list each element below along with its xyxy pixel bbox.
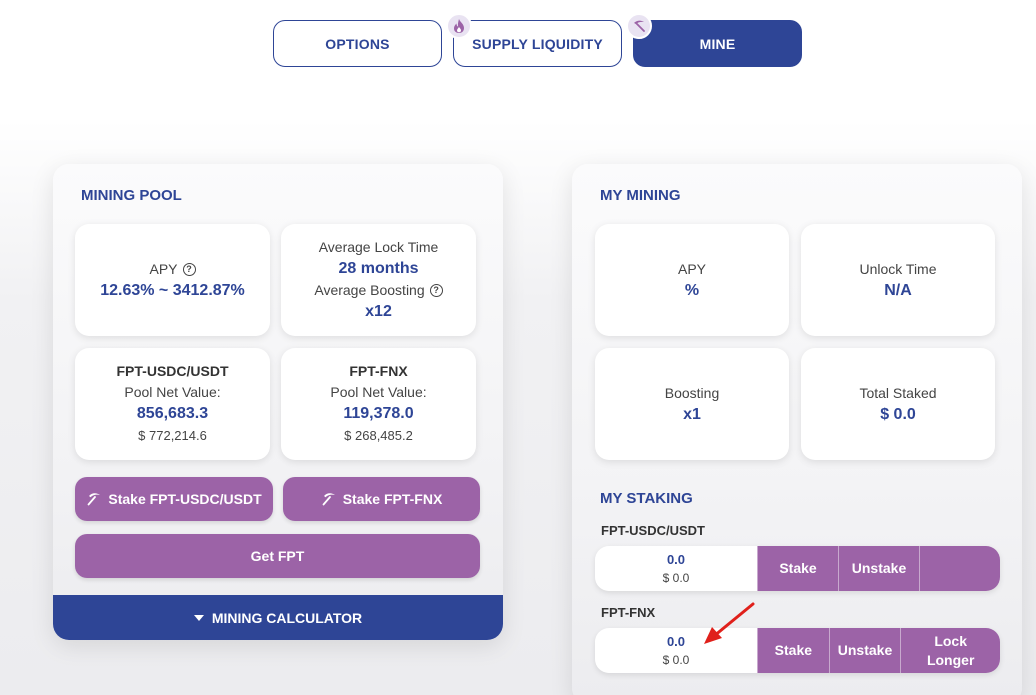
pool-card-usdc: FPT-USDC/USDT Pool Net Value: 856,683.3 …: [75, 348, 270, 460]
stake-fnx-label: Stake FPT-FNX: [342, 491, 443, 507]
pool-net-value: 119,378.0: [343, 405, 414, 422]
pool-name: FPT-USDC/USDT: [116, 363, 229, 379]
my-apy-label: APY: [677, 260, 706, 277]
pool-net-value-label: Pool Net Value:: [124, 384, 221, 400]
total-staked-value: $ 0.0: [880, 405, 916, 423]
mining-pool-title: MINING POOL: [81, 187, 182, 204]
unlock-time-value: N/A: [884, 281, 912, 299]
mining-calculator-label: MINING CALCULATOR: [211, 609, 363, 626]
staking-usd: $ 0.0: [662, 571, 690, 585]
pool-usd-value: $ 772,214.6: [138, 428, 207, 443]
total-staked-card: Total Staked $ 0.0: [801, 348, 995, 460]
stake-button[interactable]: Stake: [757, 628, 829, 673]
boosting-label: Boosting: [664, 384, 720, 401]
stake-usdc-label: Stake FPT-USDC/USDT: [108, 491, 262, 507]
caret-down-icon: [193, 614, 204, 621]
tab-options-label: OPTIONS: [325, 35, 390, 52]
staking-usd: $ 0.0: [662, 653, 690, 667]
tab-supply-liquidity-label: SUPPLY LIQUIDITY: [472, 35, 603, 52]
unstake-button[interactable]: Unstake: [828, 628, 901, 673]
staking-pool-name: FPT-USDC/USDT: [601, 523, 705, 538]
pool-usd-value: $ 268,485.2: [344, 428, 413, 443]
stake-usdc-button[interactable]: Stake FPT-USDC/USDT: [75, 477, 273, 521]
staking-amount: 0.0: [666, 552, 686, 567]
pool-net-value-label: Pool Net Value:: [330, 384, 427, 400]
staking-amount-box: 0.0 $ 0.0: [595, 546, 757, 591]
pool-apy-value: 12.63% ~ 3412.87%: [100, 281, 245, 299]
staking-row-usdc: 0.0 $ 0.0 Stake Unstake: [595, 546, 1000, 591]
tab-mine-label: MINE: [699, 35, 736, 52]
lock-longer-button[interactable]: [919, 546, 1000, 591]
unlock-time-label: Unlock Time: [859, 260, 937, 277]
avg-lock-label: Average Lock Time: [318, 239, 439, 255]
staking-row-fnx: 0.0 $ 0.0 Stake Unstake Lock Longer: [595, 628, 1000, 673]
avg-lock-value: 28 months: [338, 260, 419, 277]
pool-card-fnx: FPT-FNX Pool Net Value: 119,378.0 $ 268,…: [281, 348, 476, 460]
pool-name: FPT-FNX: [349, 363, 408, 379]
my-apy-value: %: [684, 281, 700, 299]
stake-button[interactable]: Stake: [757, 546, 838, 591]
lock-longer-button[interactable]: Lock Longer: [900, 628, 1000, 673]
total-staked-label: Total Staked: [859, 384, 937, 401]
help-icon[interactable]: ?: [182, 262, 196, 276]
flame-icon: [446, 13, 472, 39]
get-fpt-button[interactable]: Get FPT: [75, 534, 480, 578]
avg-boost-label: Average Boosting: [314, 282, 425, 298]
pickaxe-icon: [87, 493, 101, 506]
boosting-value: x1: [683, 405, 701, 423]
pickaxe-icon: [322, 493, 335, 506]
pool-apy-card: APY ? 12.63% ~ 3412.87%: [75, 224, 270, 336]
avg-boost-value: x12: [365, 303, 392, 320]
unstake-button[interactable]: Unstake: [838, 546, 919, 591]
staking-pool-name: FPT-FNX: [601, 605, 656, 620]
my-apy-card: APY %: [595, 224, 789, 336]
pickaxe-icon: [626, 13, 652, 39]
help-icon[interactable]: ?: [429, 284, 443, 297]
my-staking-title: MY STAKING: [600, 490, 693, 507]
tab-supply-liquidity[interactable]: SUPPLY LIQUIDITY: [453, 20, 622, 67]
pool-apy-label: APY: [149, 260, 178, 277]
staking-amount: 0.0: [666, 634, 686, 649]
stake-fnx-button[interactable]: Stake FPT-FNX: [283, 477, 480, 521]
tab-mine[interactable]: MINE: [633, 20, 802, 67]
my-mining-title: MY MINING: [600, 187, 681, 204]
tab-options[interactable]: OPTIONS: [273, 20, 442, 67]
annotation-arrow-icon: [704, 602, 755, 644]
pool-net-value: 856,683.3: [136, 405, 209, 422]
get-fpt-label: Get FPT: [250, 548, 305, 564]
pool-lock-card: Average Lock Time 28 months Average Boos…: [281, 224, 476, 336]
mining-calculator-toggle[interactable]: MINING CALCULATOR: [53, 595, 503, 640]
boosting-card: Boosting x1: [595, 348, 789, 460]
unlock-time-card: Unlock Time N/A: [801, 224, 995, 336]
